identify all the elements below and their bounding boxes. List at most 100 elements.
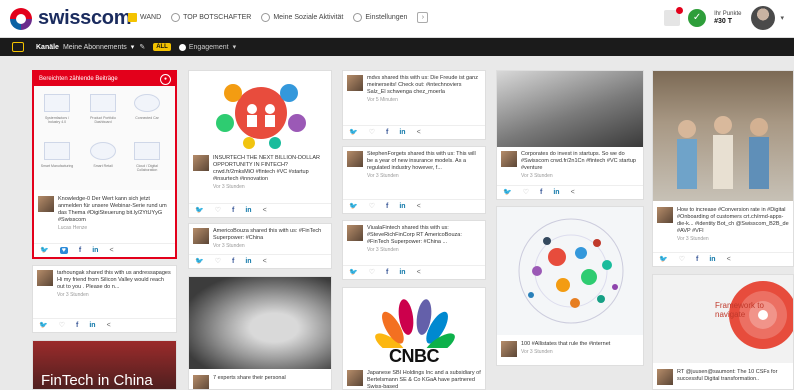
facebook-share-icon[interactable]: f: [232, 258, 234, 265]
chevron-down-icon[interactable]: ▾: [131, 43, 135, 51]
post-card[interactable]: tarhoungak shared this with us andressap…: [32, 265, 177, 333]
linkedin-share-icon[interactable]: in: [399, 203, 405, 210]
framework-image: Framework to navigate: [653, 275, 793, 363]
post-card[interactable]: 100 #Allistates that rule the #internet …: [496, 206, 644, 366]
post-card[interactable]: ViualaFintech shared this with us: #Stev…: [342, 220, 486, 280]
post-source: Vor 3 Stunden: [367, 247, 399, 253]
facebook-share-icon[interactable]: f: [386, 203, 388, 210]
twitter-share-icon[interactable]: 🐦: [195, 257, 204, 265]
share-icon[interactable]: <: [571, 189, 575, 196]
twitter-share-icon[interactable]: 🐦: [349, 202, 358, 210]
image-card[interactable]: FinTech in China: [32, 340, 177, 390]
check-icon[interactable]: ✓: [688, 9, 707, 27]
linkedin-share-icon[interactable]: in: [92, 247, 98, 254]
like-icon[interactable]: ♡: [215, 206, 221, 214]
nav-soziale-aktivitat[interactable]: Meine Soziale Aktivität: [261, 13, 343, 22]
like-icon[interactable]: ♡: [59, 321, 65, 329]
nav-top-botschafter[interactable]: TOP BOTSCHAFTER: [171, 13, 251, 22]
post-card[interactable]: AmericoBouza shared this with us: #FinTe…: [188, 223, 332, 269]
share-icon[interactable]: <: [263, 258, 267, 265]
post-card[interactable]: mdvs shared this with us: Die Freude ist…: [342, 70, 486, 140]
nav-more-button[interactable]: ›: [417, 12, 429, 23]
count-badge-icon: ●: [160, 74, 171, 85]
post-text: tarhoungak shared this with us andressap…: [57, 270, 172, 299]
share-icon[interactable]: <: [263, 207, 267, 214]
facebook-share-icon[interactable]: f: [76, 322, 78, 329]
post-card[interactable]: How to increase #Conversion rate in #Dig…: [652, 70, 794, 267]
post-source: Vor 3 Stunden: [57, 292, 89, 298]
share-icon[interactable]: <: [417, 129, 421, 136]
like-icon[interactable]: ♡: [215, 257, 221, 265]
highlight-card[interactable]: Bereichten zählende Beiträge ● Systemfac…: [32, 70, 177, 259]
twitter-share-icon[interactable]: 🐦: [349, 128, 358, 136]
highlight-title: Bereichten zählende Beiträge: [39, 76, 118, 82]
twitter-share-icon[interactable]: 🐦: [503, 188, 512, 196]
avatar[interactable]: [751, 6, 776, 30]
linkedin-share-icon[interactable]: in: [89, 322, 95, 329]
linkedin-share-icon[interactable]: in: [245, 207, 251, 214]
post-card[interactable]: 7 experts share their personal: [188, 276, 332, 390]
twitter-share-icon[interactable]: 🐦: [195, 206, 204, 214]
facebook-share-icon[interactable]: f: [386, 129, 388, 136]
bubble-infographic: [518, 218, 624, 324]
post-card[interactable]: INSURTECH THE NEXT BILLION-DOLLAR OPPORT…: [188, 70, 332, 218]
hand-device-image: [189, 277, 331, 369]
swisscom-logo[interactable]: swisscom: [10, 7, 132, 30]
abonnements-dropdown[interactable]: Meine Abonnements: [63, 44, 127, 51]
post-actions: 🐦 ♡ f in <: [343, 125, 485, 139]
share-icon[interactable]: <: [417, 203, 421, 210]
share-icon[interactable]: <: [107, 322, 111, 329]
linkedin-share-icon[interactable]: in: [245, 258, 251, 265]
nav-soziale-aktivitat-label: Meine Soziale Aktivität: [273, 14, 344, 21]
twitter-share-icon[interactable]: 🐦: [39, 321, 48, 329]
facebook-share-icon[interactable]: f: [696, 256, 698, 263]
twitter-share-icon[interactable]: 🐦: [659, 255, 668, 263]
post-card[interactable]: CNBC Japanese SBI Holdings Inc and a sub…: [342, 287, 486, 390]
twitter-share-icon[interactable]: 🐦: [349, 268, 358, 276]
post-card[interactable]: Corporates do invest in startups. So we …: [496, 70, 644, 200]
facebook-share-icon[interactable]: f: [79, 247, 81, 254]
linkedin-share-icon[interactable]: in: [553, 189, 559, 196]
engagement-dropdown[interactable]: Engagement ▾: [178, 43, 236, 51]
post-text: Knowledge-0 Der Wert kann sich jetzt anm…: [58, 196, 171, 232]
linkedin-share-icon[interactable]: in: [399, 129, 405, 136]
all-filter-button[interactable]: ALL: [153, 43, 171, 51]
like-icon[interactable]: ♡: [369, 202, 375, 210]
post-actions: 🐦 ♥ f in <: [34, 243, 175, 257]
linkedin-share-icon[interactable]: in: [709, 256, 715, 263]
gallery-item: [44, 94, 70, 112]
share-icon[interactable]: <: [727, 256, 731, 263]
post-text: ViualaFintech shared this with us: #Stev…: [367, 225, 481, 254]
edit-icon[interactable]: ✎: [139, 43, 145, 51]
gallery-caption: Smart Manufacturing: [40, 164, 74, 168]
like-icon[interactable]: ♡: [523, 188, 529, 196]
like-icon[interactable]: ♡: [369, 128, 375, 136]
wand-icon: [128, 13, 137, 22]
post-body: INSURTECH THE NEXT BILLION-DOLLAR OPPORT…: [213, 155, 320, 182]
gallery-caption: Systemfactors / Industry 4.0: [44, 116, 70, 124]
nav-wand[interactable]: WAND: [128, 13, 161, 22]
gallery-item: [44, 142, 70, 160]
author-avatar: [37, 270, 53, 286]
post-actions: 🐦 ♡ f in <: [653, 252, 793, 266]
kanale-label: Kanäle: [36, 43, 59, 51]
facebook-share-icon[interactable]: f: [540, 189, 542, 196]
facebook-share-icon[interactable]: f: [232, 207, 234, 214]
like-icon[interactable]: ♡: [679, 255, 685, 263]
nav-einstellungen[interactable]: Einstellungen: [353, 13, 407, 22]
linkedin-share-icon[interactable]: in: [399, 269, 405, 276]
like-icon[interactable]: ♡: [369, 268, 375, 276]
notifications-button[interactable]: [664, 7, 684, 26]
post-body: Corporates do invest in startups. So we …: [521, 151, 636, 171]
share-icon[interactable]: <: [109, 247, 113, 254]
facebook-share-icon[interactable]: f: [386, 269, 388, 276]
post-source: Lucas Henze: [58, 225, 88, 231]
post-card[interactable]: Framework to navigate RT @juusen@saumont…: [652, 274, 794, 390]
post-card[interactable]: StephenForgets shared this with us: This…: [342, 146, 486, 214]
chevron-down-icon[interactable]: ▾: [780, 14, 784, 22]
share-icon[interactable]: <: [417, 269, 421, 276]
post-text: INSURTECH THE NEXT BILLION-DOLLAR OPPORT…: [213, 155, 327, 191]
like-icon[interactable]: ♥: [59, 246, 68, 254]
twitter-share-icon[interactable]: 🐦: [40, 246, 49, 254]
post-text: 7 experts share their personal: [213, 375, 286, 389]
